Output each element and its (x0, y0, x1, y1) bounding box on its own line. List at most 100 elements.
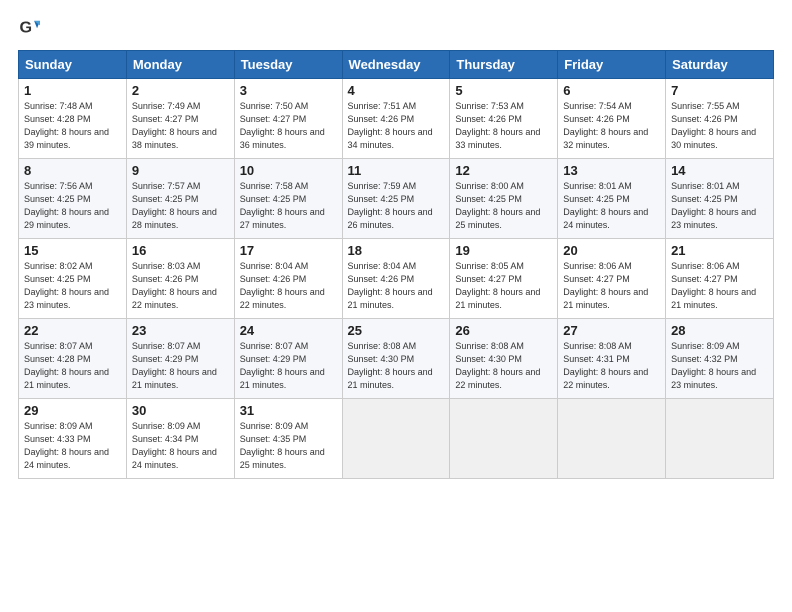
calendar-cell (450, 399, 558, 479)
day-header-saturday: Saturday (666, 51, 774, 79)
day-header-friday: Friday (558, 51, 666, 79)
cell-content: Sunrise: 7:53 AM Sunset: 4:26 PM Dayligh… (455, 100, 552, 152)
calendar-cell: 23 Sunrise: 8:07 AM Sunset: 4:29 PM Dayl… (126, 319, 234, 399)
day-number: 2 (132, 83, 229, 98)
day-number: 27 (563, 323, 660, 338)
day-number: 6 (563, 83, 660, 98)
calendar-cell: 3 Sunrise: 7:50 AM Sunset: 4:27 PM Dayli… (234, 79, 342, 159)
cell-content: Sunrise: 8:09 AM Sunset: 4:32 PM Dayligh… (671, 340, 768, 392)
cell-content: Sunrise: 8:02 AM Sunset: 4:25 PM Dayligh… (24, 260, 121, 312)
page: G SundayMondayTuesdayWednesdayThursdayFr… (0, 0, 792, 612)
calendar-cell: 10 Sunrise: 7:58 AM Sunset: 4:25 PM Dayl… (234, 159, 342, 239)
calendar-cell: 21 Sunrise: 8:06 AM Sunset: 4:27 PM Dayl… (666, 239, 774, 319)
day-header-thursday: Thursday (450, 51, 558, 79)
cell-content: Sunrise: 8:04 AM Sunset: 4:26 PM Dayligh… (348, 260, 445, 312)
day-number: 13 (563, 163, 660, 178)
calendar-cell: 2 Sunrise: 7:49 AM Sunset: 4:27 PM Dayli… (126, 79, 234, 159)
day-header-wednesday: Wednesday (342, 51, 450, 79)
calendar-cell: 15 Sunrise: 8:02 AM Sunset: 4:25 PM Dayl… (19, 239, 127, 319)
week-row-1: 1 Sunrise: 7:48 AM Sunset: 4:28 PM Dayli… (19, 79, 774, 159)
calendar-cell: 25 Sunrise: 8:08 AM Sunset: 4:30 PM Dayl… (342, 319, 450, 399)
calendar-cell: 4 Sunrise: 7:51 AM Sunset: 4:26 PM Dayli… (342, 79, 450, 159)
day-number: 3 (240, 83, 337, 98)
cell-content: Sunrise: 8:09 AM Sunset: 4:34 PM Dayligh… (132, 420, 229, 472)
week-row-2: 8 Sunrise: 7:56 AM Sunset: 4:25 PM Dayli… (19, 159, 774, 239)
day-number: 31 (240, 403, 337, 418)
cell-content: Sunrise: 8:08 AM Sunset: 4:30 PM Dayligh… (348, 340, 445, 392)
day-number: 22 (24, 323, 121, 338)
calendar-cell: 9 Sunrise: 7:57 AM Sunset: 4:25 PM Dayli… (126, 159, 234, 239)
days-header-row: SundayMondayTuesdayWednesdayThursdayFrid… (19, 51, 774, 79)
cell-content: Sunrise: 7:51 AM Sunset: 4:26 PM Dayligh… (348, 100, 445, 152)
calendar-cell: 22 Sunrise: 8:07 AM Sunset: 4:28 PM Dayl… (19, 319, 127, 399)
calendar-cell: 5 Sunrise: 7:53 AM Sunset: 4:26 PM Dayli… (450, 79, 558, 159)
day-number: 10 (240, 163, 337, 178)
cell-content: Sunrise: 8:08 AM Sunset: 4:30 PM Dayligh… (455, 340, 552, 392)
header: G (18, 18, 774, 40)
calendar-cell: 29 Sunrise: 8:09 AM Sunset: 4:33 PM Dayl… (19, 399, 127, 479)
calendar-cell: 1 Sunrise: 7:48 AM Sunset: 4:28 PM Dayli… (19, 79, 127, 159)
calendar-cell: 8 Sunrise: 7:56 AM Sunset: 4:25 PM Dayli… (19, 159, 127, 239)
calendar-cell: 27 Sunrise: 8:08 AM Sunset: 4:31 PM Dayl… (558, 319, 666, 399)
cell-content: Sunrise: 8:01 AM Sunset: 4:25 PM Dayligh… (563, 180, 660, 232)
day-number: 26 (455, 323, 552, 338)
calendar-cell: 30 Sunrise: 8:09 AM Sunset: 4:34 PM Dayl… (126, 399, 234, 479)
cell-content: Sunrise: 8:07 AM Sunset: 4:29 PM Dayligh… (132, 340, 229, 392)
week-row-5: 29 Sunrise: 8:09 AM Sunset: 4:33 PM Dayl… (19, 399, 774, 479)
calendar-cell: 19 Sunrise: 8:05 AM Sunset: 4:27 PM Dayl… (450, 239, 558, 319)
day-number: 16 (132, 243, 229, 258)
cell-content: Sunrise: 7:58 AM Sunset: 4:25 PM Dayligh… (240, 180, 337, 232)
day-number: 11 (348, 163, 445, 178)
cell-content: Sunrise: 8:03 AM Sunset: 4:26 PM Dayligh… (132, 260, 229, 312)
cell-content: Sunrise: 7:49 AM Sunset: 4:27 PM Dayligh… (132, 100, 229, 152)
calendar-cell: 31 Sunrise: 8:09 AM Sunset: 4:35 PM Dayl… (234, 399, 342, 479)
calendar-cell: 17 Sunrise: 8:04 AM Sunset: 4:26 PM Dayl… (234, 239, 342, 319)
week-row-3: 15 Sunrise: 8:02 AM Sunset: 4:25 PM Dayl… (19, 239, 774, 319)
calendar-cell: 7 Sunrise: 7:55 AM Sunset: 4:26 PM Dayli… (666, 79, 774, 159)
cell-content: Sunrise: 8:06 AM Sunset: 4:27 PM Dayligh… (563, 260, 660, 312)
day-header-tuesday: Tuesday (234, 51, 342, 79)
cell-content: Sunrise: 8:07 AM Sunset: 4:29 PM Dayligh… (240, 340, 337, 392)
calendar-cell (666, 399, 774, 479)
cell-content: Sunrise: 7:55 AM Sunset: 4:26 PM Dayligh… (671, 100, 768, 152)
calendar-cell: 13 Sunrise: 8:01 AM Sunset: 4:25 PM Dayl… (558, 159, 666, 239)
day-number: 23 (132, 323, 229, 338)
day-number: 24 (240, 323, 337, 338)
calendar: SundayMondayTuesdayWednesdayThursdayFrid… (18, 50, 774, 479)
cell-content: Sunrise: 7:59 AM Sunset: 4:25 PM Dayligh… (348, 180, 445, 232)
calendar-cell: 16 Sunrise: 8:03 AM Sunset: 4:26 PM Dayl… (126, 239, 234, 319)
day-number: 25 (348, 323, 445, 338)
day-number: 29 (24, 403, 121, 418)
cell-content: Sunrise: 8:09 AM Sunset: 4:35 PM Dayligh… (240, 420, 337, 472)
day-number: 8 (24, 163, 121, 178)
cell-content: Sunrise: 8:06 AM Sunset: 4:27 PM Dayligh… (671, 260, 768, 312)
calendar-cell: 24 Sunrise: 8:07 AM Sunset: 4:29 PM Dayl… (234, 319, 342, 399)
calendar-cell: 14 Sunrise: 8:01 AM Sunset: 4:25 PM Dayl… (666, 159, 774, 239)
calendar-cell: 11 Sunrise: 7:59 AM Sunset: 4:25 PM Dayl… (342, 159, 450, 239)
cell-content: Sunrise: 7:57 AM Sunset: 4:25 PM Dayligh… (132, 180, 229, 232)
day-number: 5 (455, 83, 552, 98)
day-number: 12 (455, 163, 552, 178)
logo-icon: G (18, 18, 40, 40)
day-number: 28 (671, 323, 768, 338)
cell-content: Sunrise: 8:09 AM Sunset: 4:33 PM Dayligh… (24, 420, 121, 472)
day-header-monday: Monday (126, 51, 234, 79)
calendar-cell: 26 Sunrise: 8:08 AM Sunset: 4:30 PM Dayl… (450, 319, 558, 399)
calendar-cell: 18 Sunrise: 8:04 AM Sunset: 4:26 PM Dayl… (342, 239, 450, 319)
cell-content: Sunrise: 7:50 AM Sunset: 4:27 PM Dayligh… (240, 100, 337, 152)
cell-content: Sunrise: 8:01 AM Sunset: 4:25 PM Dayligh… (671, 180, 768, 232)
day-number: 30 (132, 403, 229, 418)
day-number: 14 (671, 163, 768, 178)
day-number: 4 (348, 83, 445, 98)
cell-content: Sunrise: 7:54 AM Sunset: 4:26 PM Dayligh… (563, 100, 660, 152)
calendar-cell: 12 Sunrise: 8:00 AM Sunset: 4:25 PM Dayl… (450, 159, 558, 239)
day-number: 17 (240, 243, 337, 258)
cell-content: Sunrise: 7:48 AM Sunset: 4:28 PM Dayligh… (24, 100, 121, 152)
logo: G (18, 18, 44, 40)
day-number: 15 (24, 243, 121, 258)
day-number: 18 (348, 243, 445, 258)
calendar-cell (342, 399, 450, 479)
calendar-cell: 28 Sunrise: 8:09 AM Sunset: 4:32 PM Dayl… (666, 319, 774, 399)
day-number: 21 (671, 243, 768, 258)
cell-content: Sunrise: 8:07 AM Sunset: 4:28 PM Dayligh… (24, 340, 121, 392)
